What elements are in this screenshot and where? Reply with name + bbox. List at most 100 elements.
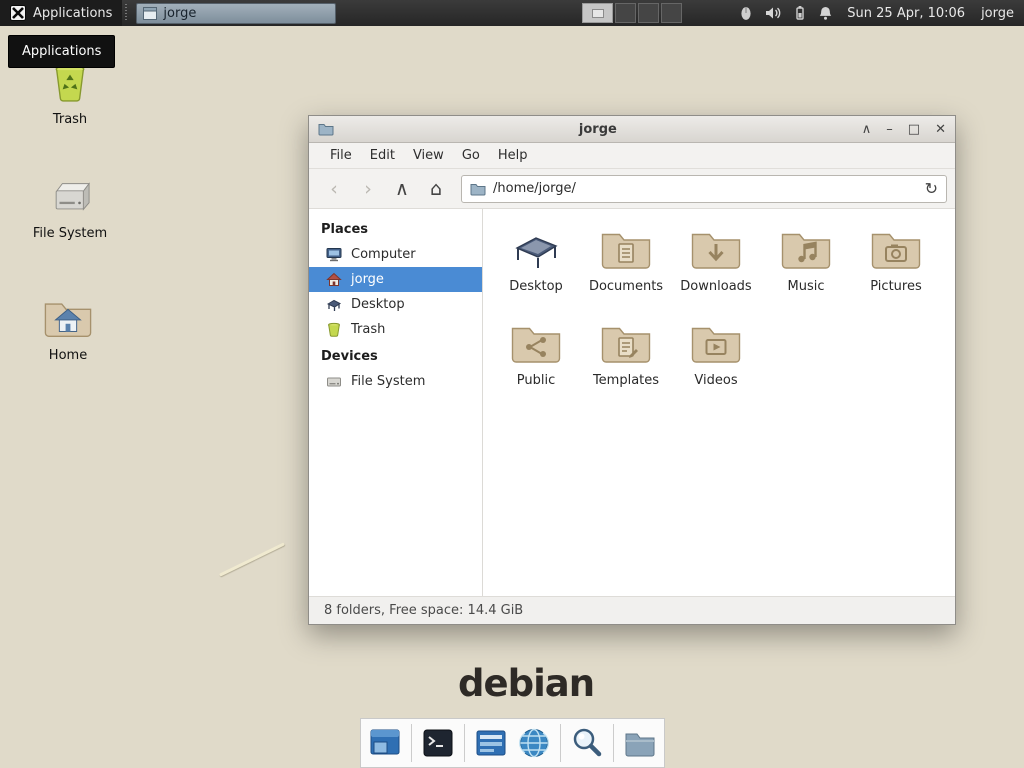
sidebar-item-label: Trash: [351, 322, 385, 337]
file-manager-launcher[interactable]: [623, 726, 657, 760]
sidebar-item-label: jorge: [351, 272, 384, 287]
globe-icon: [517, 726, 551, 760]
folder-icon: [690, 225, 742, 273]
dock-separator: [411, 724, 412, 762]
window-titlebar[interactable]: jorge ∧ – □ ✕: [309, 116, 955, 143]
folder-documents[interactable]: Documents: [581, 221, 671, 309]
menu-edit[interactable]: Edit: [361, 144, 404, 167]
shade-button[interactable]: ∧: [862, 123, 872, 136]
folder-pictures[interactable]: Pictures: [851, 221, 941, 309]
up-button[interactable]: ∧: [385, 174, 419, 204]
home-button[interactable]: ⌂: [419, 174, 453, 204]
notifications-bell-icon[interactable]: [818, 5, 833, 21]
minimize-button[interactable]: –: [886, 123, 893, 136]
sidebar-item-trash[interactable]: Trash: [309, 317, 482, 342]
taskbar-window-button[interactable]: jorge: [136, 3, 336, 24]
close-button[interactable]: ✕: [935, 123, 946, 136]
folder-downloads[interactable]: Downloads: [671, 221, 761, 309]
menu-go[interactable]: Go: [453, 144, 489, 167]
location-path-text[interactable]: /home/jorge/: [493, 181, 918, 196]
folder-icon: [870, 225, 922, 273]
window-controls: ∧ – □ ✕: [862, 123, 946, 136]
folder-icon: [600, 319, 652, 367]
dock-separator: [613, 724, 614, 762]
statusbar: 8 folders, Free space: 14.4 GiB: [309, 596, 955, 624]
workspace-window-thumb: [592, 9, 604, 18]
menu-file[interactable]: File: [321, 144, 361, 167]
folder-label: Templates: [593, 373, 659, 388]
folder-icon: [600, 225, 652, 273]
terminal-launcher-icon: [421, 726, 455, 760]
window-icon: [143, 7, 157, 20]
battery-icon[interactable]: [793, 5, 807, 21]
desktop-icon-file-system[interactable]: File System: [22, 176, 118, 241]
sidebar-item-file-system[interactable]: File System: [309, 369, 482, 394]
workspace-switcher: [582, 3, 682, 23]
panel-right: Sun 25 Apr, 10:06 jorge: [582, 0, 1024, 26]
toolbar: ‹ › ∧ ⌂ /home/jorge/ ↻: [309, 169, 955, 209]
applications-tooltip-text: Applications: [22, 44, 101, 59]
mouse-icon[interactable]: [738, 5, 754, 21]
files-view: Desktop Documents Downloads: [483, 209, 955, 596]
forward-button[interactable]: ›: [351, 174, 385, 204]
folder-label: Desktop: [509, 279, 563, 294]
desktop-launcher[interactable]: [368, 726, 402, 760]
menu-view[interactable]: View: [404, 144, 453, 167]
sidebar-item-desktop[interactable]: Desktop: [309, 292, 482, 317]
desktop-icon-trash[interactable]: Trash: [22, 60, 118, 127]
bottom-dock: [360, 718, 665, 768]
panel-user-actions[interactable]: jorge: [981, 6, 1014, 21]
desktop-icon: [326, 297, 342, 312]
sidebar-item-jorge[interactable]: jorge: [309, 267, 482, 292]
magnifier-icon: [570, 726, 604, 760]
applications-tooltip: Applications: [8, 35, 115, 68]
desktop-icon-label: File System: [22, 226, 118, 241]
workspace-2[interactable]: [615, 3, 636, 23]
applications-menu-label: Applications: [33, 6, 112, 21]
top-panel: Applications jorge: [0, 0, 1024, 26]
workspace-3[interactable]: [638, 3, 659, 23]
desktop-icon-label: Home: [20, 348, 116, 363]
computer-icon: [326, 247, 342, 262]
desk-icon: [510, 225, 562, 273]
back-button[interactable]: ‹: [317, 174, 351, 204]
sidebar-item-computer[interactable]: Computer: [309, 242, 482, 267]
applications-menu-button[interactable]: Applications: [0, 0, 122, 26]
menu-help[interactable]: Help: [489, 144, 537, 167]
panel-launcher[interactable]: [474, 726, 508, 760]
sidebar-item-label: File System: [351, 374, 425, 389]
reload-icon[interactable]: ↻: [925, 179, 938, 198]
folder-label: Pictures: [870, 279, 921, 294]
file-manager-window: jorge ∧ – □ ✕ File Edit View Go Help ‹ ›…: [308, 115, 956, 625]
drive-icon: [47, 176, 93, 218]
maximize-button[interactable]: □: [908, 123, 920, 136]
app-finder-launcher[interactable]: [570, 726, 604, 760]
folder-label: Videos: [694, 373, 737, 388]
folder-videos[interactable]: Videos: [671, 315, 761, 403]
folder-desktop[interactable]: Desktop: [491, 221, 581, 309]
desktop-icon-label: Trash: [22, 112, 118, 127]
folder-public[interactable]: Public: [491, 315, 581, 403]
volume-icon[interactable]: [765, 5, 782, 21]
desktop-icon-home[interactable]: Home: [20, 296, 116, 363]
sidebar-item-label: Computer: [351, 247, 416, 262]
folder-icon: [690, 319, 742, 367]
workspace-4[interactable]: [661, 3, 682, 23]
dock-separator: [560, 724, 561, 762]
home-folder-icon: [43, 296, 93, 340]
pathbar-folder-icon: [470, 182, 486, 196]
folder-music[interactable]: Music: [761, 221, 851, 309]
panel-clock[interactable]: Sun 25 Apr, 10:06: [847, 6, 965, 21]
system-tray: [738, 5, 833, 21]
folder-icon: [780, 225, 832, 273]
debian-wallpaper-logo: debian: [458, 662, 594, 705]
workspace-1[interactable]: [582, 3, 613, 23]
location-bar[interactable]: /home/jorge/ ↻: [461, 175, 947, 203]
terminal-launcher[interactable]: [421, 726, 455, 760]
status-text: 8 folders, Free space: 14.4 GiB: [324, 603, 523, 618]
folder-templates[interactable]: Templates: [581, 315, 671, 403]
folder-label: Music: [788, 279, 825, 294]
web-browser-launcher[interactable]: [517, 726, 551, 760]
panel-launcher-icon: [474, 726, 508, 760]
panel-separator: [125, 4, 127, 22]
